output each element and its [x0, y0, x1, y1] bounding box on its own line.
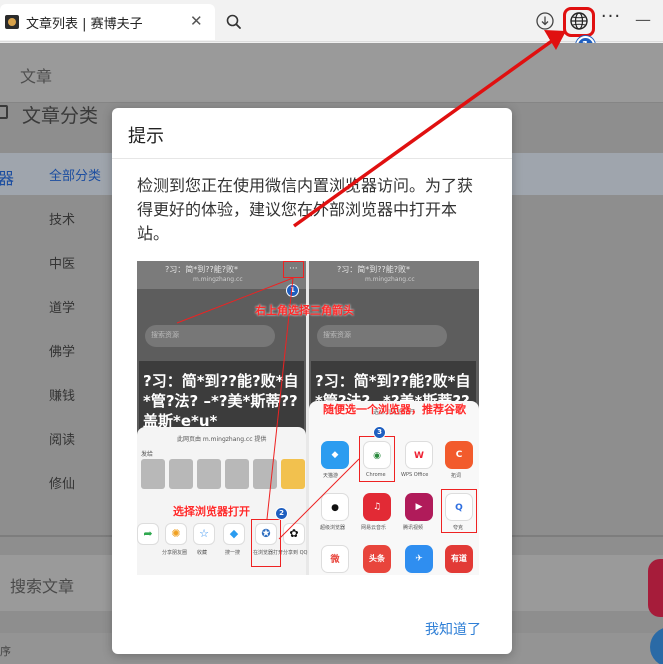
favicon-icon — [5, 15, 19, 29]
sidebar-item-money[interactable]: 赚钱 — [49, 385, 75, 404]
category-grid-icon: 器 — [0, 169, 15, 188]
instruction-illustration: ?习：简*到??能?败* m.mingzhang.cc ··· 1 搜索资源 ?… — [137, 261, 479, 575]
acknowledge-button[interactable]: 我知道了 — [425, 619, 481, 639]
search-icon — [226, 14, 241, 29]
minimize-icon[interactable]: — — [632, 10, 654, 32]
sidebar-item-buddhism[interactable]: 佛学 — [49, 341, 75, 360]
close-icon[interactable]: ✕ — [190, 12, 203, 30]
sidebar-item-tech[interactable]: 技术 — [49, 209, 75, 228]
search-title: 搜索文章 — [10, 577, 75, 596]
step2-caption: 选择浏览器打开 — [173, 505, 250, 518]
sidebar-item-all[interactable]: 全部分类 — [49, 165, 101, 184]
sidebar-item-immortal[interactable]: 修仙 — [49, 473, 75, 492]
search-button[interactable] — [220, 8, 248, 36]
tab-title: 文章列表 | 赛博夫子 — [26, 17, 143, 32]
download-button[interactable] — [534, 10, 556, 32]
sidebar-item-tcm[interactable]: 中医 — [49, 253, 75, 272]
dialog-divider — [112, 158, 512, 159]
tip-dialog: 提示 检测到您正在使用微信内置浏览器访问。为了获得更好的体验，建议您在外部浏览器… — [112, 108, 512, 654]
floating-action-button[interactable] — [648, 559, 663, 617]
step3-caption: 随便选一个浏览器，推荐谷歌 — [323, 403, 466, 416]
page-title: 文章 — [20, 67, 53, 86]
download-icon — [536, 12, 554, 30]
highlight-ring — [563, 7, 595, 37]
step1-caption: 右上角选择三角箭头 — [255, 304, 354, 317]
category-title: 文章分类 — [22, 105, 99, 127]
sidebar-item-reading[interactable]: 阅读 — [49, 429, 75, 448]
browser-tab[interactable]: 文章列表 | 赛博夫子 ✕ — [0, 4, 215, 40]
browser-toolbar: 文章列表 | 赛博夫子 ✕ ··· — 1 — [0, 0, 663, 55]
sort-label: 序 — [0, 645, 11, 658]
sidebar-item-taoism[interactable]: 道学 — [49, 297, 75, 316]
page-header: 文章 — [0, 43, 663, 103]
category-icon — [0, 105, 8, 119]
dialog-title: 提示 — [128, 126, 164, 147]
dialog-message: 检测到您正在使用微信内置浏览器访问。为了获得更好的体验，建议您在外部浏览器中打开… — [137, 176, 474, 243]
more-icon[interactable]: ··· — [600, 8, 622, 32]
